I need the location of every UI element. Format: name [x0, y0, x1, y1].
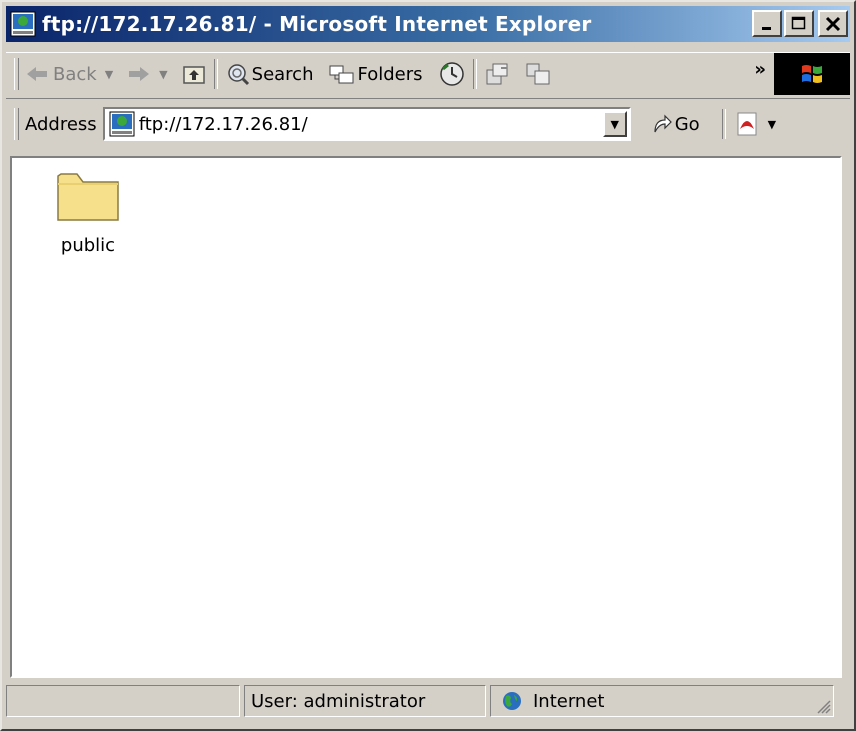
folders-label: Folders	[357, 63, 423, 85]
back-button[interactable]: Back ▼	[25, 57, 113, 91]
window-controls	[750, 10, 848, 37]
windows-logo	[774, 53, 850, 95]
go-label: Go	[674, 113, 700, 135]
toolbar-grip[interactable]	[14, 58, 19, 90]
folders-button[interactable]: Folders	[329, 57, 423, 91]
go-button[interactable]: Go	[651, 114, 700, 135]
toolbar-overflow-button[interactable]: »	[754, 59, 766, 80]
title-bar[interactable]: ftp://172.17.26.81/ - Microsoft Internet…	[6, 6, 850, 42]
forward-button[interactable]: ▼	[127, 57, 168, 91]
maximize-button[interactable]	[784, 10, 814, 37]
forward-arrow-icon	[129, 67, 150, 81]
toolbar-separator	[213, 59, 218, 89]
status-zone: Internet	[490, 685, 834, 717]
move-to-button[interactable]	[485, 57, 511, 91]
pdf-button[interactable]: ▼	[734, 107, 776, 141]
resize-grip-icon[interactable]	[815, 698, 831, 714]
status-user: User: administrator	[244, 685, 486, 717]
copy-to-button[interactable]	[525, 57, 551, 91]
address-input[interactable]: ftp://172.17.26.81/ ▼	[102, 107, 631, 141]
back-dropdown-icon[interactable]: ▼	[105, 68, 113, 81]
close-button[interactable]	[818, 10, 848, 37]
ftp-page-icon	[109, 111, 135, 137]
close-icon	[825, 16, 841, 31]
search-button[interactable]: Search	[226, 57, 314, 91]
history-icon	[439, 62, 464, 86]
windows-logo-icon	[802, 65, 822, 83]
back-arrow-icon	[27, 67, 47, 81]
up-button[interactable]	[182, 57, 206, 91]
folder-view[interactable]: public	[10, 156, 842, 678]
go-arrow-icon	[654, 114, 672, 133]
internet-globe-icon	[503, 692, 521, 710]
toolbar-separator	[721, 109, 726, 139]
minimize-button[interactable]	[752, 10, 782, 37]
maximize-icon	[791, 16, 806, 29]
status-text	[6, 685, 240, 717]
ftp-page-icon	[10, 11, 36, 37]
address-label: Address	[25, 113, 97, 135]
folder-label: public	[60, 235, 116, 256]
minimize-icon	[762, 26, 771, 30]
copy-to-icon	[526, 63, 549, 85]
address-bar: Address ftp://172.17.26.81/ ▼ Go ▼	[6, 98, 850, 149]
address-dropdown-button[interactable]: ▼	[602, 111, 627, 137]
folder-item-public[interactable]: public	[48, 168, 128, 256]
pdf-dropdown-icon[interactable]: ▼	[768, 118, 776, 131]
address-url: ftp://172.17.26.81/	[138, 113, 308, 135]
chevron-down-icon: ▼	[610, 117, 619, 131]
folders-icon	[329, 65, 354, 84]
search-icon	[227, 64, 249, 86]
back-label: Back	[53, 63, 97, 85]
browser-window: ftp://172.17.26.81/ - Microsoft Internet…	[0, 0, 856, 731]
status-bar: User: administrator Internet	[6, 685, 850, 721]
pdf-icon	[737, 112, 757, 136]
search-label: Search	[251, 63, 314, 85]
status-zone-label: Internet	[533, 690, 605, 712]
address-bar-grip[interactable]	[14, 108, 19, 140]
window-title: ftp://172.17.26.81/ - Microsoft Internet…	[42, 12, 592, 36]
move-to-icon	[486, 63, 507, 85]
up-folder-icon	[182, 66, 205, 84]
forward-dropdown-icon[interactable]: ▼	[159, 68, 167, 81]
toolbar-separator	[472, 59, 477, 89]
folder-icon	[57, 173, 119, 221]
standard-toolbar: Back ▼ ▼ Search Folders »	[6, 52, 850, 95]
history-button[interactable]	[439, 57, 465, 91]
